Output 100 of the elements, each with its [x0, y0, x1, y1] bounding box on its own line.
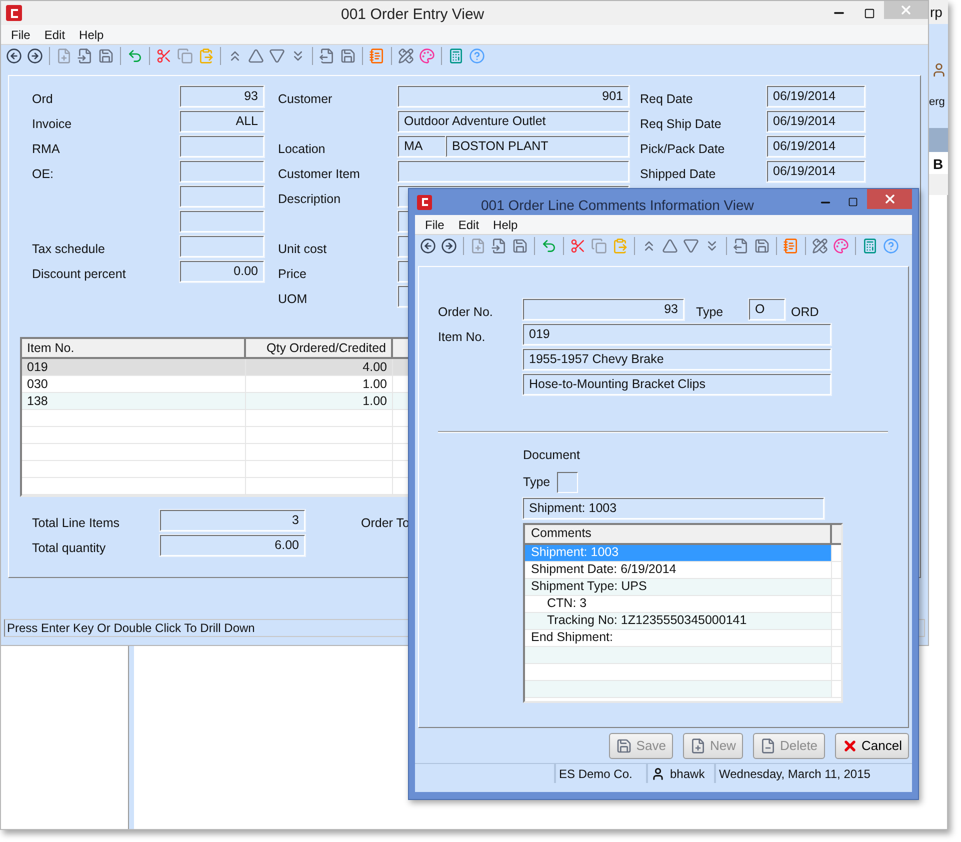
back-icon[interactable] — [419, 237, 437, 255]
cancel-button[interactable]: Cancel — [834, 733, 909, 759]
field-label: UOM — [278, 292, 308, 306]
calculator-icon[interactable] — [447, 47, 465, 65]
notebook-icon[interactable] — [782, 237, 800, 255]
cut-icon[interactable] — [155, 47, 173, 65]
save-as-icon[interactable] — [339, 47, 357, 65]
export-icon[interactable] — [318, 47, 336, 65]
field-label: Invoice — [32, 117, 72, 131]
field-label: Unit cost — [278, 242, 327, 256]
comment-row[interactable]: Tracking No: 1Z1235550345000141 — [525, 612, 832, 629]
form-field[interactable] — [180, 236, 264, 257]
form-field[interactable]: 93 — [180, 86, 264, 107]
save-icon — [616, 738, 632, 754]
menu-item[interactable]: File — [425, 216, 444, 234]
header-bar — [929, 128, 948, 152]
form-field[interactable]: 06/19/2014 — [767, 111, 865, 132]
form-field[interactable]: O — [749, 299, 785, 320]
palette-icon[interactable] — [832, 237, 850, 255]
ruler-icon[interactable] — [397, 47, 415, 65]
field-label: Description — [278, 192, 341, 206]
form-field[interactable]: 06/19/2014 — [767, 161, 865, 182]
new-file-icon[interactable] — [469, 237, 487, 255]
cancel-icon — [842, 738, 858, 754]
undo-icon[interactable] — [540, 237, 558, 255]
form-field[interactable]: BOSTON PLANT — [446, 136, 629, 157]
cut-icon[interactable] — [569, 237, 587, 255]
field-label: Item No. — [438, 330, 486, 344]
form-field[interactable]: 901 — [398, 86, 629, 107]
form-field[interactable]: ALL — [180, 111, 264, 132]
form-field[interactable]: 3 — [160, 510, 305, 531]
ruler-icon[interactable] — [811, 237, 829, 255]
table-cell-text: 019 — [27, 358, 48, 376]
open-file-icon[interactable] — [76, 47, 94, 65]
previous-record-icon[interactable] — [247, 47, 265, 65]
back-icon[interactable] — [5, 47, 23, 65]
calculator-icon[interactable] — [861, 237, 879, 255]
field-label: Pick/Pack Date — [640, 142, 725, 156]
field-label: RMA — [32, 142, 60, 156]
next-record-icon[interactable] — [682, 237, 700, 255]
column-header[interactable]: Item No. — [22, 339, 246, 357]
field-label: Discount percent — [32, 267, 126, 281]
app-logo-icon — [6, 5, 22, 21]
field-label: Shipped Date — [640, 167, 716, 181]
window-title: 001 Order Line Comments Information View — [481, 196, 754, 215]
menu-item[interactable]: Help — [493, 216, 518, 234]
undo-icon[interactable] — [126, 47, 144, 65]
next-record-icon[interactable] — [268, 47, 286, 65]
help-icon[interactable] — [468, 47, 486, 65]
save-icon[interactable] — [511, 237, 529, 255]
menu-item[interactable]: Edit — [458, 216, 480, 234]
column-header[interactable]: Qty Ordered/Credited — [246, 339, 393, 357]
form-field[interactable] — [180, 161, 264, 182]
menu-item[interactable]: File — [11, 26, 30, 44]
form-field[interactable]: Shipment: 1003 — [523, 498, 824, 519]
previous-record-icon[interactable] — [661, 237, 679, 255]
comment-row[interactable]: Shipment Type: UPS — [525, 578, 832, 595]
document-type-field[interactable] — [557, 472, 578, 494]
form-field[interactable] — [180, 186, 264, 207]
help-icon[interactable] — [882, 237, 900, 255]
form-field[interactable]: 6.00 — [160, 535, 305, 556]
field-label: Total Line Items — [32, 516, 120, 530]
form-field[interactable]: Hose-to-Mounting Bracket Clips — [523, 374, 831, 395]
maximize-icon — [864, 8, 874, 18]
field-label: Document — [523, 447, 581, 464]
export-icon[interactable] — [732, 237, 750, 255]
palette-icon[interactable] — [418, 47, 436, 65]
open-file-icon[interactable] — [490, 237, 508, 255]
close-icon — [882, 192, 896, 206]
field-label: Tax schedule — [32, 242, 105, 256]
forward-icon[interactable] — [26, 47, 44, 65]
field-label: Price — [278, 267, 306, 281]
menu-item[interactable]: Edit — [44, 26, 66, 44]
form-field[interactable] — [398, 161, 629, 182]
field-label: Ord — [32, 92, 53, 106]
new-icon — [690, 738, 706, 754]
form-field[interactable]: 019 — [523, 324, 831, 345]
form-field[interactable] — [180, 136, 264, 157]
copy-icon[interactable] — [176, 47, 194, 65]
new-file-icon[interactable] — [55, 47, 73, 65]
form-field[interactable]: 06/19/2014 — [767, 86, 865, 107]
copy-icon[interactable] — [590, 237, 608, 255]
notebook-icon[interactable] — [368, 47, 386, 65]
field-label: Type — [523, 474, 550, 492]
field-label: Customer — [278, 92, 332, 106]
close-button[interactable] — [867, 189, 912, 209]
forward-icon[interactable] — [440, 237, 458, 255]
save-icon[interactable] — [97, 47, 115, 65]
save-as-icon[interactable] — [753, 237, 771, 255]
toolbar-label-fragment: erg — [929, 95, 945, 110]
status-date: Wednesday, March 11, 2015 — [718, 766, 872, 782]
form-field[interactable]: 0.00 — [180, 261, 264, 282]
form-field[interactable]: 93 — [523, 299, 684, 320]
form-field[interactable] — [180, 211, 264, 232]
form-field[interactable]: MA — [398, 136, 446, 157]
user-name: bhawk — [670, 766, 705, 782]
form-field[interactable]: Outdoor Adventure Outlet — [398, 111, 629, 132]
form-field[interactable]: 1955-1957 Chevy Brake — [523, 349, 831, 370]
form-field[interactable]: 06/19/2014 — [767, 136, 865, 157]
menu-item[interactable]: Help — [79, 26, 104, 44]
